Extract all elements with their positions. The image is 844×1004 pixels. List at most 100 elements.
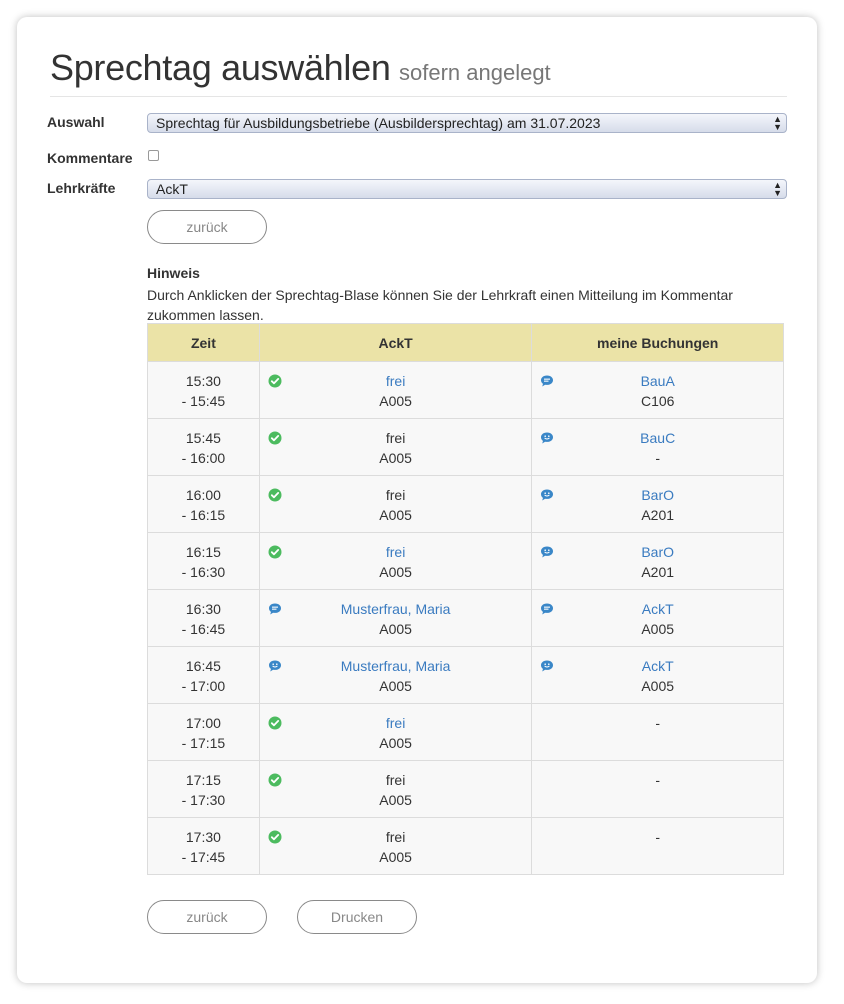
column-header-bookings: meine Buchungen — [531, 323, 784, 362]
kommentare-label: Kommentare — [47, 150, 133, 166]
time-end: - 16:00 — [181, 450, 226, 466]
smile-bubble-icon[interactable] — [268, 658, 282, 672]
column-header-time: Zeit — [147, 323, 260, 362]
time-cell: 16:15 - 16:30 — [147, 532, 260, 590]
smile-bubble-icon[interactable] — [540, 658, 554, 672]
time-end: - 16:15 — [181, 507, 226, 523]
time-end: - 17:15 — [181, 735, 226, 751]
teacher-slot-cell: Musterfrau, Maria A005 — [258, 646, 533, 704]
teacher-slot-cell: frei A005 — [258, 817, 533, 875]
time-start: 17:00 — [185, 715, 221, 731]
check-icon[interactable] — [268, 544, 282, 559]
booking-teacher[interactable]: BauA — [532, 371, 783, 391]
table-row: 15:30 - 15:45 frei A005 BauA C106 — [147, 361, 784, 419]
lehrkraefte-select-value: AckT — [156, 181, 188, 197]
time-cell: 17:15 - 17:30 — [147, 760, 260, 818]
booking-cell: BarO A201 — [531, 475, 784, 533]
booking-teacher[interactable]: AckT — [532, 656, 783, 676]
teacher-slot-cell: frei A005 — [258, 532, 533, 590]
back-button-bottom[interactable]: zurück — [147, 900, 267, 934]
booking-room: C106 — [640, 393, 675, 409]
table-row: 16:45 - 17:00 Musterfrau, Maria A005 AckT A00… — [147, 646, 784, 704]
booking-cell: BarO A201 — [531, 532, 784, 590]
teacher-slot-status: frei — [385, 772, 406, 788]
time-cell: 15:30 - 15:45 — [147, 361, 260, 419]
check-icon[interactable] — [268, 715, 282, 730]
booking-cell: - — [531, 760, 784, 818]
check-icon[interactable] — [268, 487, 282, 502]
page-title: Sprechtag auswählen — [50, 47, 391, 88]
teacher-slot-room: A005 — [379, 849, 412, 865]
teacher-slot-room: A005 — [379, 564, 412, 580]
auswahl-select[interactable]: Sprechtag für Ausbildungsbetriebe (Ausbi… — [147, 113, 787, 133]
kommentare-checkbox[interactable] — [148, 150, 159, 161]
booking-cell: AckT A005 — [531, 646, 784, 704]
booking-room: A005 — [641, 621, 675, 637]
time-start: 15:45 — [185, 430, 221, 446]
check-icon[interactable] — [268, 772, 282, 787]
teacher-slot-cell: frei A005 — [258, 703, 533, 761]
page-subtitle: sofern angelegt — [399, 60, 551, 85]
booking-cell: AckT A005 — [531, 589, 784, 647]
booking-cell: - — [531, 817, 784, 875]
check-icon[interactable] — [268, 829, 282, 844]
booking-teacher[interactable]: BarO — [532, 542, 783, 562]
booking-cell: BauC - — [531, 418, 784, 476]
teacher-slot-status[interactable]: Musterfrau, Maria — [260, 599, 532, 619]
teacher-slot-status: frei — [385, 430, 406, 446]
teacher-slot-status[interactable]: frei — [260, 713, 532, 733]
select-arrows-icon: ▲ ▼ — [773, 114, 782, 132]
table-row: 17:15 - 17:30 frei A005 - — [147, 760, 784, 818]
select-arrows-icon: ▲ ▼ — [773, 180, 782, 198]
time-cell: 15:45 - 16:00 — [147, 418, 260, 476]
teacher-slot-status: frei — [385, 487, 406, 503]
booking-empty: - — [655, 829, 661, 845]
table-row: 17:00 - 17:15 frei A005 - — [147, 703, 784, 761]
time-end: - 17:45 — [181, 849, 226, 865]
auswahl-select-value: Sprechtag für Ausbildungsbetriebe (Ausbi… — [156, 115, 601, 131]
back-button-top[interactable]: zurück — [147, 210, 267, 244]
chat-bubble-icon[interactable] — [540, 373, 554, 387]
time-start: 16:00 — [185, 487, 221, 503]
time-cell: 16:45 - 17:00 — [147, 646, 260, 704]
booking-teacher[interactable]: BarO — [532, 485, 783, 505]
teacher-slot-cell: Musterfrau, Maria A005 — [258, 589, 533, 647]
teacher-slot-room: A005 — [379, 507, 412, 523]
teacher-slot-room: A005 — [379, 678, 412, 694]
time-cell: 16:00 - 16:15 — [147, 475, 260, 533]
column-header-teacher: AckT — [258, 323, 533, 362]
time-end: - 17:30 — [181, 792, 226, 808]
teacher-slot-room: A005 — [379, 450, 412, 466]
chat-bubble-icon[interactable] — [540, 601, 554, 615]
time-start: 17:15 — [185, 772, 221, 788]
smile-bubble-icon[interactable] — [540, 487, 554, 501]
time-start: 16:15 — [185, 544, 221, 560]
teacher-slot-status[interactable]: frei — [260, 542, 532, 562]
table-row: 16:15 - 16:30 frei A005 BarO A201 — [147, 532, 784, 590]
page-title-row: Sprechtag auswählen sofern angelegt — [50, 47, 787, 97]
smile-bubble-icon[interactable] — [540, 430, 554, 444]
teacher-slot-status[interactable]: frei — [260, 371, 532, 391]
teacher-slot-cell: frei A005 — [258, 418, 533, 476]
lehrkraefte-select[interactable]: AckT ▲ ▼ — [147, 179, 787, 199]
booking-teacher[interactable]: BauC — [532, 428, 783, 448]
print-button[interactable]: Drucken — [297, 900, 417, 934]
lehrkraefte-label: Lehrkräfte — [47, 180, 116, 196]
booking-teacher[interactable]: AckT — [532, 599, 783, 619]
teacher-slot-room: A005 — [379, 621, 412, 637]
time-start: 16:30 — [185, 601, 221, 617]
teacher-slot-room: A005 — [379, 393, 412, 409]
booking-room: A201 — [641, 564, 675, 580]
chat-bubble-icon[interactable] — [268, 601, 282, 615]
teacher-slot-status[interactable]: Musterfrau, Maria — [260, 656, 532, 676]
check-icon[interactable] — [268, 373, 282, 388]
teacher-slot-cell: frei A005 — [258, 361, 533, 419]
smile-bubble-icon[interactable] — [540, 544, 554, 558]
booking-cell: BauA C106 — [531, 361, 784, 419]
teacher-slot-status: frei — [385, 829, 406, 845]
time-end: - 17:00 — [181, 678, 226, 694]
time-cell: 16:30 - 16:45 — [147, 589, 260, 647]
booking-empty: - — [655, 715, 661, 731]
teacher-slot-room: A005 — [379, 735, 412, 751]
check-icon[interactable] — [268, 430, 282, 445]
